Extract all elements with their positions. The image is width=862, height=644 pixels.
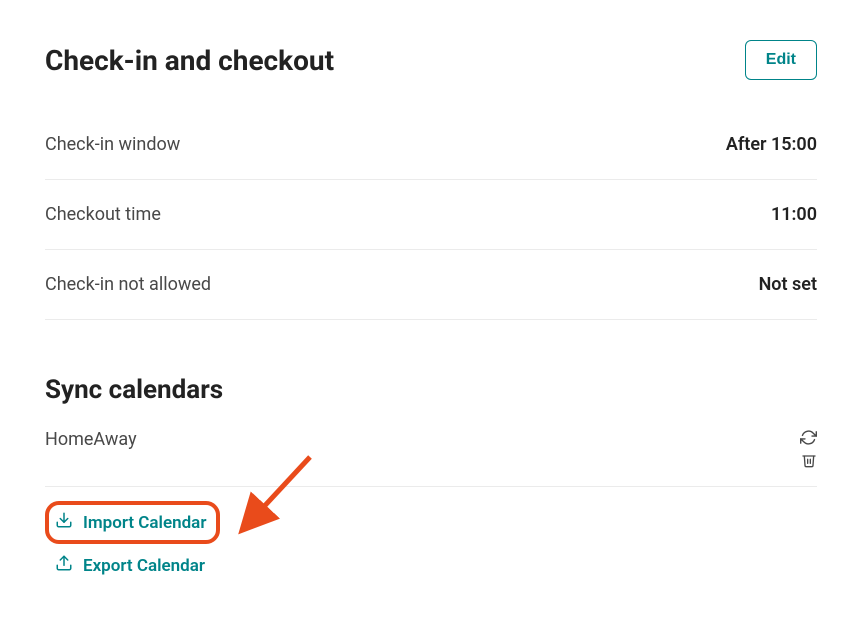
- section-title: Check-in and checkout: [45, 44, 334, 77]
- sync-actions: Import Calendar Export Calendar: [45, 501, 817, 583]
- section-title: Sync calendars: [45, 375, 817, 405]
- checkin-not-allowed-row: Check-in not allowed Not set: [45, 250, 817, 320]
- download-icon: [55, 511, 73, 534]
- row-label: Check-in window: [45, 134, 180, 155]
- row-label: Checkout time: [45, 204, 161, 225]
- import-calendar-link[interactable]: Import Calendar: [55, 509, 206, 536]
- section-header: Check-in and checkout Edit: [45, 40, 817, 80]
- trash-icon[interactable]: [801, 452, 817, 468]
- row-value: After 15:00: [726, 134, 817, 155]
- export-calendar-link[interactable]: Export Calendar: [45, 548, 215, 583]
- row-value: 11:00: [771, 204, 817, 225]
- calendar-actions: [800, 429, 817, 468]
- sync-calendars-section: Sync calendars HomeAway: [45, 375, 817, 583]
- upload-icon: [55, 554, 73, 577]
- refresh-icon[interactable]: [800, 429, 817, 446]
- checkin-window-row: Check-in window After 15:00: [45, 110, 817, 180]
- export-calendar-label: Export Calendar: [83, 556, 205, 576]
- checkout-time-row: Checkout time 11:00: [45, 180, 817, 250]
- calendar-name: HomeAway: [45, 429, 137, 450]
- checkin-checkout-section: Check-in and checkout Edit Check-in wind…: [45, 40, 817, 320]
- calendar-row: HomeAway: [45, 423, 817, 487]
- import-calendar-label: Import Calendar: [83, 513, 206, 533]
- row-label: Check-in not allowed: [45, 274, 211, 295]
- edit-button[interactable]: Edit: [745, 40, 817, 80]
- row-value: Not set: [759, 274, 817, 295]
- import-calendar-highlight: Import Calendar: [45, 501, 220, 544]
